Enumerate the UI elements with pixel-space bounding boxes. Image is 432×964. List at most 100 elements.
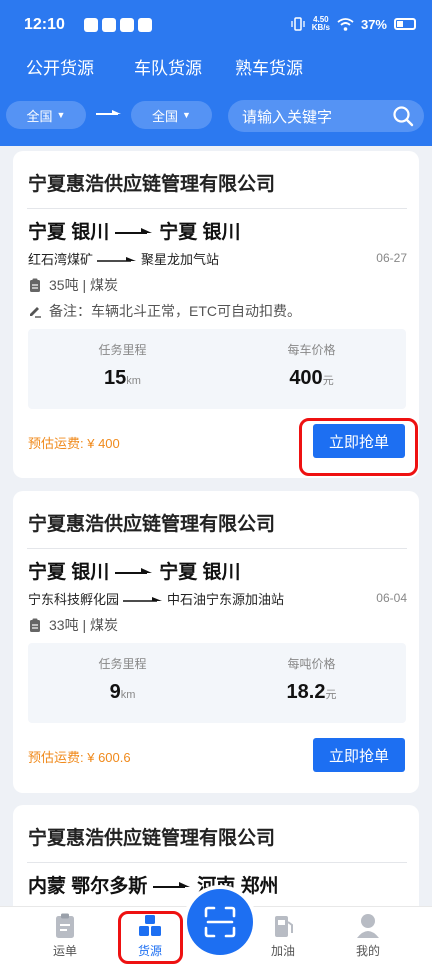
metric-label: 每吨价格 [287, 657, 336, 671]
price-metric: 每车价格 400元 [217, 329, 406, 409]
clipboard-icon [30, 278, 40, 292]
route-arrow-icon [115, 567, 153, 574]
from-city: 宁夏 银川 [28, 222, 110, 243]
video-app-icon [138, 18, 152, 32]
scan-button[interactable] [187, 889, 253, 955]
caret-down-icon: ▼ [182, 110, 191, 120]
destination-filter[interactable]: 全国 ▼ [131, 101, 212, 129]
publish-date: 06-04 [376, 591, 407, 605]
remark: 备注：车辆北斗正常，ETC可自动扣费。 [28, 301, 301, 321]
price-value: 400 [289, 367, 323, 389]
cargo-info: 33吨 | 煤炭 [28, 615, 118, 635]
price-value: 18.2 [286, 681, 326, 703]
to-city: 宁夏 银川 [159, 562, 241, 583]
cargo-info: 35吨 | 煤炭 [28, 275, 118, 295]
metrics-panel: 任务里程 9km 每吨价格 18.2元 [28, 643, 406, 723]
nav-label: 货源 [137, 944, 162, 958]
vibrate-icon [291, 17, 305, 31]
nav-cargo-source[interactable]: 货源 [115, 907, 185, 964]
estimated-freight: 预估运费: ¥ 400 [28, 436, 120, 451]
origin-filter[interactable]: 全国 ▼ [6, 101, 86, 129]
notification-icons [84, 18, 152, 32]
route-arrow-icon [123, 596, 163, 602]
grab-order-button[interactable]: 立即抢单 [313, 738, 405, 772]
search-input[interactable]: 请输入关键字 [228, 100, 424, 132]
metric-label: 任务里程 [98, 343, 147, 357]
from-place: 宁东科技孵化园 [28, 592, 120, 607]
chat-app-icon [102, 18, 116, 32]
user-icon [357, 914, 379, 938]
social-app-icon [120, 18, 134, 32]
battery-icon [394, 18, 416, 30]
route-arrow-icon [96, 110, 121, 115]
from-place: 红石湾煤矿 [28, 252, 94, 267]
metric-value: 400元 [217, 367, 406, 390]
tab-fleet-source[interactable]: 车队货源 [134, 54, 202, 79]
status-bar: 12:10 4.50 KB/s 37% [0, 0, 432, 50]
price-unit: 元 [322, 375, 334, 387]
pencil-icon [30, 307, 41, 318]
company-name: 宁夏惠浩供应链管理有限公司 [28, 828, 276, 849]
status-right: 4.50 KB/s 37% [291, 16, 416, 32]
nav-label: 加油 [270, 944, 295, 958]
net-speed-unit: KB/s [311, 23, 330, 32]
metric-label: 每车价格 [287, 343, 336, 357]
publish-date: 06-27 [376, 251, 407, 265]
clipboard-icon [56, 913, 74, 938]
price-unit: 元 [325, 689, 337, 701]
estimated-freight: 预估运费: ¥ 600.6 [28, 750, 131, 765]
metric-value: 9km [28, 681, 217, 704]
origin-filter-label: 全国 [26, 108, 53, 124]
cargo-text: 35吨 | 煤炭 [49, 277, 118, 293]
divider [27, 208, 407, 209]
tab-public-source[interactable]: 公开货源 [26, 54, 94, 79]
to-place: 聚星龙加气站 [141, 252, 220, 267]
from-city: 内蒙 鄂尔多斯 [28, 876, 148, 897]
app-header: 12:10 4.50 KB/s 37% 公开货源 车队货源 熟车货源 全国 ▼ … [0, 0, 432, 146]
distance-unit: km [120, 689, 136, 701]
scan-icon [204, 906, 236, 938]
to-city: 宁夏 银川 [159, 222, 241, 243]
caret-down-icon: ▼ [56, 110, 66, 120]
to-place: 中石油宁东源加油站 [167, 592, 285, 607]
route-arrow-icon [153, 881, 191, 888]
route-arrow-icon [97, 256, 137, 262]
metric-label: 任务里程 [98, 657, 147, 671]
grab-order-button[interactable]: 立即抢单 [313, 424, 405, 458]
route-cities: 内蒙 鄂尔多斯 河南 郑州 [28, 871, 279, 898]
metrics-panel: 任务里程 15km 每车价格 400元 [28, 329, 406, 409]
metric-value: 18.2元 [217, 681, 406, 704]
destination-filter-label: 全国 [152, 108, 179, 124]
company-name: 宁夏惠浩供应链管理有限公司 [28, 174, 276, 195]
battery-percent: 37% [360, 16, 387, 32]
wifi-icon [337, 17, 354, 31]
cargo-card[interactable]: 宁夏惠浩供应链管理有限公司 宁夏 银川 宁夏 银川 红石湾煤矿 聚星龙加气站 0… [13, 151, 419, 478]
cargo-card[interactable]: 宁夏惠浩供应链管理有限公司 宁夏 银川 宁夏 银川 宁东科技孵化园 中石油宁东源… [13, 491, 419, 793]
tab-familiar-source[interactable]: 熟车货源 [235, 54, 303, 79]
message-app-icon [84, 18, 98, 32]
nav-profile[interactable]: 我的 [333, 907, 403, 964]
nav-waybill[interactable]: 运单 [30, 907, 100, 964]
search-icon[interactable] [392, 105, 414, 127]
distance-metric: 任务里程 9km [28, 643, 217, 723]
nav-label: 我的 [355, 944, 380, 958]
status-time: 12:10 [24, 16, 65, 33]
distance-value: 9 [109, 681, 121, 703]
clipboard-icon [30, 618, 40, 632]
boxes-icon [139, 915, 161, 936]
company-name: 宁夏惠浩供应链管理有限公司 [28, 514, 276, 535]
route-arrow-icon [115, 227, 153, 234]
nav-label: 运单 [52, 944, 77, 958]
price-metric: 每吨价格 18.2元 [217, 643, 406, 723]
distance-metric: 任务里程 15km [28, 329, 217, 409]
divider [27, 548, 407, 549]
nav-refuel[interactable]: 加油 [248, 907, 318, 964]
route-cities: 宁夏 银川 宁夏 银川 [28, 217, 241, 244]
divider [27, 862, 407, 863]
search-placeholder: 请输入关键字 [242, 108, 333, 126]
fuel-pump-icon [275, 916, 293, 937]
distance-value: 15 [104, 367, 127, 389]
cargo-text: 33吨 | 煤炭 [49, 617, 118, 633]
net-speed: 4.50 KB/s [312, 16, 330, 32]
route-cities: 宁夏 银川 宁夏 银川 [28, 557, 241, 584]
